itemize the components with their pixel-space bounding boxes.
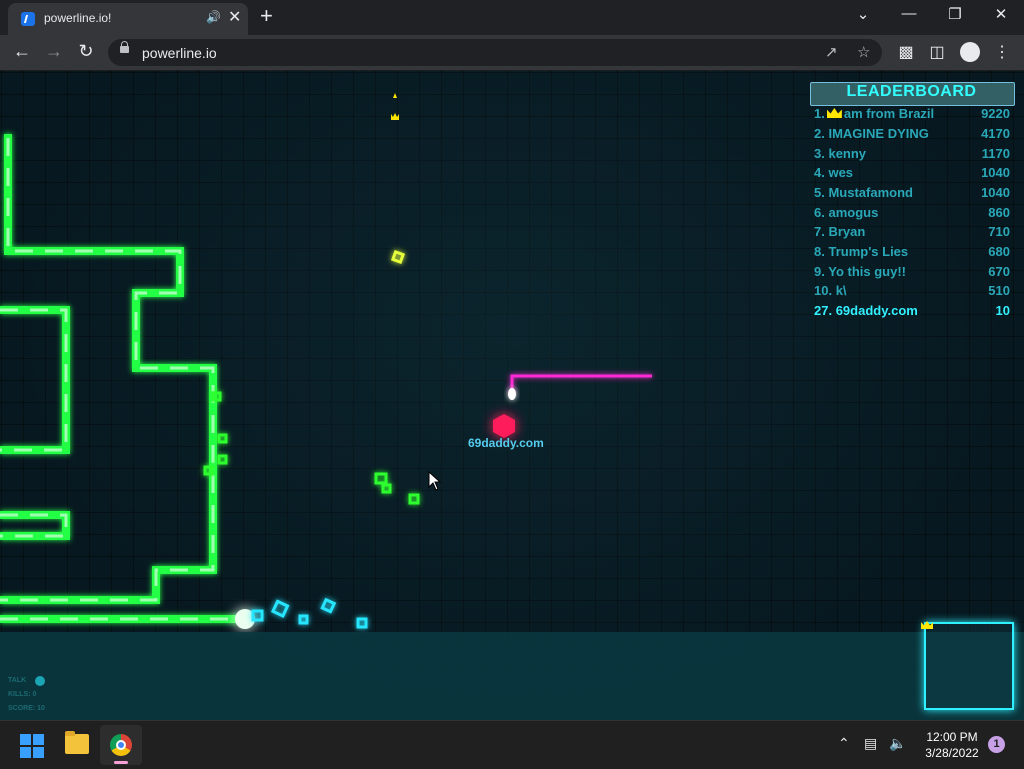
site-favicon-icon <box>21 12 35 26</box>
tab-powerline[interactable]: powerline.io! 🔊 ✕ <box>8 3 248 35</box>
leaderboard-row: 9. Yo this guy!! 670 <box>814 264 1010 279</box>
leaderboard-row: 4. wes 1040 <box>814 165 1010 180</box>
minimap <box>924 622 1014 710</box>
chevron-up-icon[interactable]: ⌃ <box>838 735 850 752</box>
volume-icon[interactable]: 🔈 <box>889 735 906 752</box>
food-pellets <box>203 249 420 629</box>
forward-button[interactable]: → <box>42 41 66 62</box>
tab-title: powerline.io! <box>44 11 112 25</box>
chrome-icon <box>110 734 132 756</box>
new-tab-button[interactable]: + <box>260 3 273 29</box>
tab-strip: powerline.io! 🔊 ✕ + ⌄ — ❐ ✕ <box>0 0 1024 35</box>
kills-label: KILLS: 0 <box>8 691 37 698</box>
back-button[interactable]: ← <box>10 41 34 62</box>
reload-button[interactable]: ↻ <box>74 41 98 62</box>
extensions-puzzle-icon[interactable]: ▩ <box>895 42 917 62</box>
leaderboard-row: 7. Bryan 710 <box>814 224 1010 239</box>
network-icon[interactable]: ▤ <box>864 735 877 752</box>
file-explorer-icon[interactable] <box>65 731 89 754</box>
tab-search-chevron-icon[interactable]: ⌄ <box>851 5 875 23</box>
side-panel-icon[interactable]: ◫ <box>926 42 948 62</box>
notification-badge[interactable]: 1 <box>988 736 1005 753</box>
marker-icon <box>393 93 397 98</box>
leaderboard-row: 5. Mustafamond 1040 <box>814 185 1010 200</box>
active-app-indicator <box>114 761 128 764</box>
restore-button[interactable]: ❐ <box>943 5 967 23</box>
date-text: 3/28/2022 <box>925 746 979 760</box>
speaker-icon[interactable]: 🔊 <box>206 10 221 24</box>
leaderboard-row: 6. amogus 860 <box>814 205 1010 220</box>
leaderboard-row: 3. kenny 1170 <box>814 146 1010 161</box>
leaderboard-title: LEADERBOARD <box>846 83 977 100</box>
player-trail <box>510 374 652 393</box>
close-tab-icon[interactable]: ✕ <box>228 7 241 27</box>
minimize-button[interactable]: — <box>897 5 921 22</box>
start-windows-icon[interactable] <box>20 734 44 758</box>
player-gem <box>493 414 515 438</box>
toolbar: ← → ↻ powerline.io ↗ ☆ ▩ ◫ ⋮ <box>0 35 1024 71</box>
lock-icon[interactable] <box>120 41 129 53</box>
menu-kebab-icon[interactable]: ⋮ <box>991 42 1013 62</box>
clock[interactable]: 12:00 PM 3/28/2022 <box>920 729 984 761</box>
bookmark-star-icon[interactable]: ☆ <box>857 43 870 61</box>
address-bar[interactable]: powerline.io ↗ ☆ <box>108 39 882 66</box>
profile-avatar-icon[interactable] <box>960 42 980 62</box>
player-name-label: 69daddy.com <box>468 436 544 450</box>
score-label: SCORE: 10 <box>8 705 45 712</box>
leaderboard-row: 8. Trump's Lies 680 <box>814 244 1010 259</box>
leaderboard-row: 1. am from Brazil 9220 <box>814 106 1010 121</box>
arena-outside <box>0 632 1024 720</box>
leaderboard-row: 10. k\ 510 <box>814 283 1010 298</box>
url-text: powerline.io <box>142 45 217 61</box>
enemy-snake-trail <box>0 134 240 623</box>
leaderboard-row: 2. IMAGINE DYING 4170 <box>814 126 1010 141</box>
taskbar: ⌃ ▤ 🔈 12:00 PM 3/28/2022 1 <box>0 720 1024 769</box>
mouse-cursor-icon <box>428 471 442 491</box>
leaderboard-self-row: 27. 69daddy.com 10 <box>814 303 1010 318</box>
leaderboard: LEADERBOARD 1. am from Brazil 9220 2. IMA… <box>810 81 1015 321</box>
player-head <box>508 388 516 400</box>
share-icon[interactable]: ↗ <box>825 43 838 61</box>
game-canvas[interactable]: LEADERBOARD 1. am from Brazil 9220 2. IMA… <box>0 71 1024 720</box>
time-text: 12:00 PM <box>926 730 978 744</box>
crown-marker-icon <box>391 113 399 120</box>
taskbar-chrome[interactable] <box>100 725 142 765</box>
crown-icon <box>826 108 842 118</box>
talk-toggle[interactable] <box>35 676 45 686</box>
close-window-button[interactable]: ✕ <box>989 5 1013 23</box>
